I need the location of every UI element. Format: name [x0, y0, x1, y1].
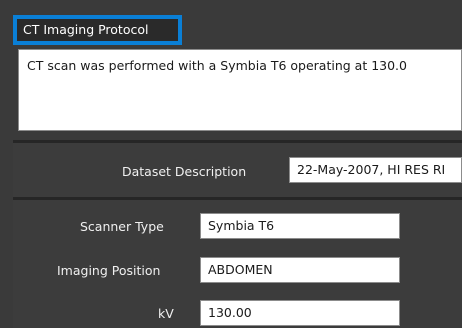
kv-label: kV — [158, 306, 174, 321]
dataset-description-label: Dataset Description — [122, 164, 247, 179]
protocol-title[interactable]: CT Imaging Protocol — [13, 15, 182, 45]
kv-field[interactable]: 130.00 — [200, 300, 400, 326]
dataset-description-field[interactable]: 22-May-2007, HI RES RI — [289, 157, 462, 183]
scanner-type-label: Scanner Type — [80, 219, 164, 234]
scanner-type-field[interactable]: Symbia T6 — [200, 213, 400, 239]
scanner-details-section: Scanner Type Symbia T6 Imaging Position … — [13, 200, 462, 328]
dataset-description-section: Dataset Description 22-May-2007, HI RES … — [13, 143, 462, 197]
ct-imaging-protocol-panel: CT Imaging Protocol CT scan was performe… — [0, 0, 462, 328]
protocol-text-area[interactable]: CT scan was performed with a Symbia T6 o… — [18, 49, 462, 131]
imaging-position-label: Imaging Position — [57, 263, 161, 278]
imaging-position-field[interactable]: ABDOMEN — [200, 257, 400, 283]
